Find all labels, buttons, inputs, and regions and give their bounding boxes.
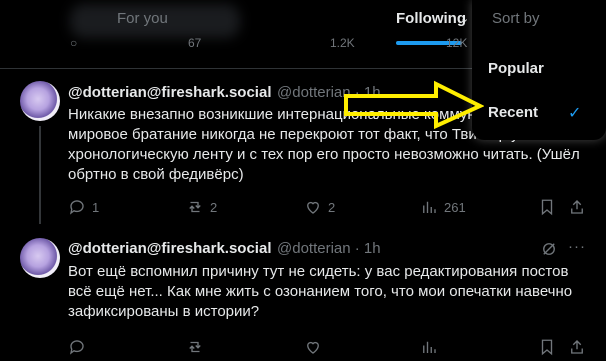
tweet-actions: 1 2 2 261 [68,198,588,218]
reply-count: 1 [92,199,100,215]
share-icon [571,340,583,354]
sort-option-recent[interactable]: Recent [488,104,538,121]
sort-by-label: Sort by [492,10,540,27]
avatar[interactable] [20,81,60,121]
reply-icon [69,200,84,215]
more-options-icon[interactable]: ··· [568,238,586,255]
views-button[interactable]: 261 [420,198,466,216]
views-count[interactable]: 1.2K [330,36,355,50]
retweet-count: 2 [210,199,218,215]
tab-following[interactable]: Following [396,10,466,27]
views-button[interactable] [420,338,438,356]
retweet-icon [189,201,201,213]
reply-button[interactable] [68,338,86,356]
annotation-arrow-icon [344,80,484,130]
chart-icon [423,341,436,353]
retweet-icon [189,341,201,353]
avatar[interactable] [20,238,60,278]
bookmark-button[interactable] [538,338,556,356]
views-count: 261 [444,199,466,215]
display-name[interactable]: @dotterian@fireshark.social [68,84,271,101]
tweet-text: Вот ещё вспомнил причину тут не сидеть: … [68,263,573,320]
checkmark-icon: ✓ [568,105,582,122]
display-name[interactable]: @dotterian@fireshark.social [68,240,271,257]
bookmark-icon [541,199,553,216]
like-button[interactable]: 2 [304,198,335,216]
chevron-down-icon[interactable]: ⌄ [460,12,469,25]
sort-option-popular[interactable]: Popular [488,60,544,77]
like-count: 2 [328,199,336,215]
share-button[interactable] [568,338,586,356]
like-button[interactable] [304,338,322,356]
tab-for-you[interactable]: For you [117,10,168,27]
bookmark-button[interactable] [538,198,556,216]
chart-icon [423,201,436,213]
tweet-actions [68,338,588,358]
reply-button[interactable]: 1 [68,198,99,216]
bookmark-icon [541,339,553,356]
handle-and-time[interactable]: @dotterian · 1h [277,240,381,257]
reply-icon[interactable]: ○ [70,36,77,50]
edit-disabled-icon [543,243,555,255]
retweet-count[interactable]: 67 [188,36,201,50]
heart-icon [307,341,319,354]
share-icon [571,200,583,214]
thread-line [39,126,41,224]
tweet[interactable]: @dotterian@fireshark.social @dotterian ·… [0,224,606,361]
heart-icon [307,201,319,214]
views-count-2[interactable]: 12K [446,36,467,50]
retweet-button[interactable]: 2 [186,198,217,216]
sort-dropdown: Sort by Popular Recent [472,0,606,140]
retweet-button[interactable] [186,338,204,356]
reply-icon [69,340,84,355]
share-button[interactable] [568,198,586,216]
